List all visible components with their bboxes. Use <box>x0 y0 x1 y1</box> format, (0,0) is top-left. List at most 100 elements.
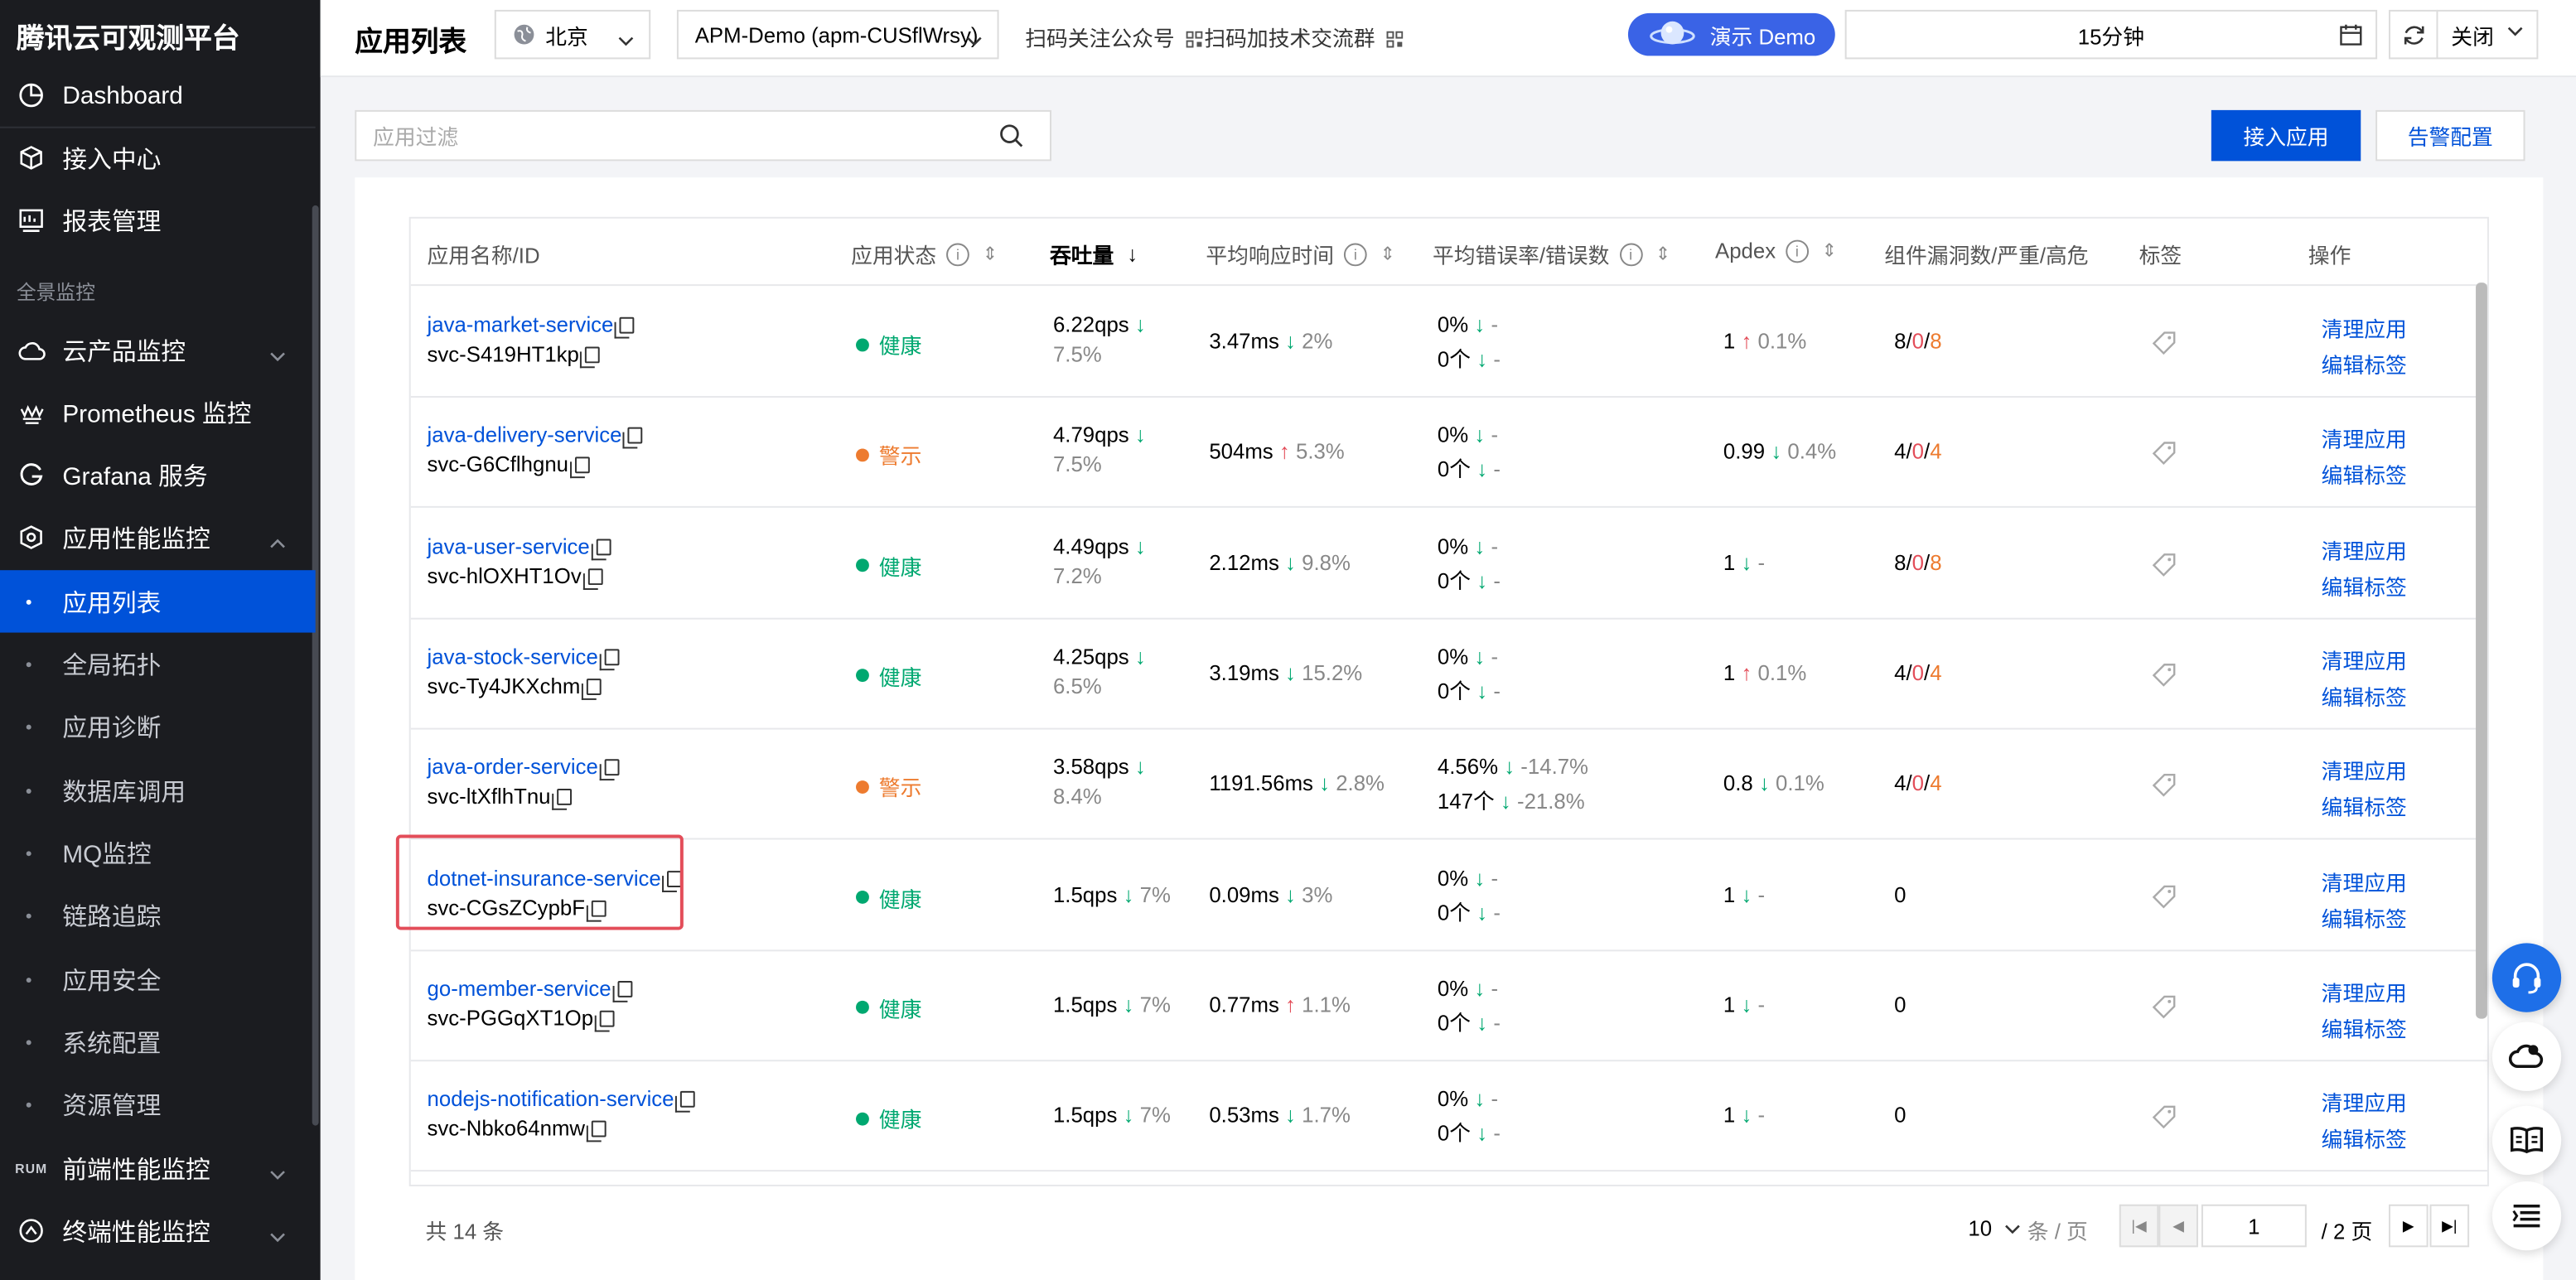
sidebar-sub-resources[interactable]: 资源管理 <box>0 1073 316 1135</box>
sidebar-sub-security[interactable]: 应用安全 <box>0 948 316 1010</box>
edit-tags-link[interactable]: 编辑标签 <box>2322 1012 2407 1043</box>
connect-app-button[interactable]: 接入应用 <box>2211 109 2361 162</box>
copy-icon[interactable] <box>599 649 620 670</box>
clean-app-link[interactable]: 清理应用 <box>2322 976 2407 1007</box>
qr-follow-link[interactable]: 扫码关注公众号 <box>1025 22 1202 53</box>
tag-icon[interactable] <box>2152 883 2177 913</box>
sort-icon[interactable]: ⇕ <box>1380 244 1395 265</box>
clean-app-link[interactable]: 清理应用 <box>2322 644 2407 675</box>
copy-icon[interactable] <box>587 1120 607 1142</box>
clean-app-link[interactable]: 清理应用 <box>2322 312 2407 344</box>
sidebar-sub-diagnosis[interactable]: 应用诊断 <box>0 695 316 757</box>
sidebar-item-grafana[interactable]: Grafana 服务 <box>0 443 316 505</box>
tag-icon[interactable] <box>2152 993 2177 1023</box>
first-page-button[interactable]: |◀ <box>2119 1204 2159 1248</box>
col-error-rate[interactable]: 平均错误率/错误数 i ⇕ <box>1433 239 1670 270</box>
sidebar-item-terminal[interactable]: 终端性能监控 <box>0 1200 316 1262</box>
sort-icon[interactable]: ⇕ <box>1655 244 1670 265</box>
clean-app-link[interactable]: 清理应用 <box>2322 423 2407 454</box>
app-name-link[interactable]: java-order-service <box>428 755 598 780</box>
info-icon[interactable]: i <box>1343 242 1367 266</box>
copy-icon[interactable] <box>623 427 644 450</box>
copy-icon[interactable] <box>612 980 633 1002</box>
list-button[interactable] <box>2491 1181 2562 1251</box>
support-button[interactable] <box>2491 943 2562 1012</box>
col-throughput[interactable]: 吞吐量 ↓ <box>1050 239 1138 270</box>
col-status[interactable]: 应用状态 i ⇕ <box>851 239 998 270</box>
clean-app-link[interactable]: 清理应用 <box>2322 865 2407 896</box>
copy-icon[interactable] <box>591 538 611 560</box>
app-name-link[interactable]: go-member-service <box>428 976 611 1001</box>
alert-config-button[interactable]: 告警配置 <box>2375 109 2525 162</box>
tag-icon[interactable] <box>2152 1104 2177 1134</box>
prev-page-button[interactable]: ◀ <box>2158 1204 2198 1248</box>
app-name-link[interactable]: java-stock-service <box>428 644 598 669</box>
sidebar-item-access-center[interactable]: 接入中心 <box>0 127 316 189</box>
demo-button[interactable]: 演示 Demo <box>1627 12 1835 56</box>
info-icon[interactable]: i <box>1619 242 1643 266</box>
last-page-button[interactable]: ▶| <box>2429 1204 2470 1248</box>
edit-tags-link[interactable]: 编辑标签 <box>2322 348 2407 379</box>
sidebar-sub-topology[interactable]: 全局拓扑 <box>0 633 316 695</box>
sidebar-sub-database[interactable]: 数据库调用 <box>0 759 316 821</box>
copy-icon[interactable] <box>580 346 601 369</box>
sidebar-item-reports[interactable]: 报表管理 <box>0 189 316 251</box>
cloud-chat-button[interactable] <box>2491 1022 2562 1091</box>
copy-icon[interactable] <box>582 678 602 700</box>
app-filter-input[interactable]: 应用过滤 <box>355 109 1051 162</box>
edit-tags-link[interactable]: 编辑标签 <box>2322 901 2407 933</box>
refresh-button[interactable] <box>2388 9 2438 60</box>
info-icon[interactable]: i <box>1786 239 1809 263</box>
edit-tags-link[interactable]: 编辑标签 <box>2322 459 2407 490</box>
sidebar-item-prometheus[interactable]: Prometheus 监控 <box>0 381 316 443</box>
copy-icon[interactable] <box>595 1010 615 1032</box>
auto-refresh-select[interactable]: 关闭 <box>2436 9 2539 60</box>
info-icon[interactable]: i <box>946 242 969 266</box>
next-page-button[interactable]: ▶ <box>2388 1204 2429 1248</box>
col-apdex[interactable]: Apdex i ⇕ <box>1715 239 1837 263</box>
edit-tags-link[interactable]: 编辑标签 <box>2322 680 2407 712</box>
app-name-link[interactable]: nodejs-notification-service <box>428 1086 674 1111</box>
clean-app-link[interactable]: 清理应用 <box>2322 1086 2407 1118</box>
sidebar-sub-config[interactable]: 系统配置 <box>0 1011 316 1073</box>
clean-app-link[interactable]: 清理应用 <box>2322 755 2407 786</box>
table-scrollbar[interactable] <box>2476 283 2487 1019</box>
tag-icon[interactable] <box>2152 441 2177 471</box>
docs-button[interactable] <box>2491 1105 2562 1176</box>
sidebar-sub-app-list[interactable]: 应用列表 <box>0 570 316 633</box>
sort-icon[interactable]: ⇕ <box>983 244 998 265</box>
time-range-picker[interactable]: 15分钟 <box>1844 9 2378 60</box>
qr-group-link[interactable]: 扫码加技术交流群 <box>1204 22 1403 53</box>
region-select[interactable]: 北京 <box>494 9 651 60</box>
sidebar-sub-mq[interactable]: MQ监控 <box>0 822 316 884</box>
copy-icon[interactable] <box>569 456 590 479</box>
copy-icon[interactable] <box>675 1091 696 1113</box>
tag-icon[interactable] <box>2152 773 2177 803</box>
tag-icon[interactable] <box>2152 331 2177 360</box>
edit-tags-link[interactable]: 编辑标签 <box>2322 1123 2407 1154</box>
app-name-link[interactable]: java-delivery-service <box>428 423 622 447</box>
tag-icon[interactable] <box>2152 662 2177 692</box>
app-name-link[interactable]: java-user-service <box>428 534 590 558</box>
sidebar-item-apm[interactable]: 应用性能监控 <box>0 506 316 568</box>
sidebar-item-cloud-monitor[interactable]: 云产品监控 <box>0 319 316 381</box>
copy-icon[interactable] <box>615 316 636 339</box>
copy-icon[interactable] <box>599 759 620 781</box>
col-response-time[interactable]: 平均响应时间 i ⇕ <box>1206 239 1395 270</box>
clean-app-link[interactable]: 清理应用 <box>2322 534 2407 565</box>
app-name-link[interactable]: java-market-service <box>428 312 614 337</box>
page-size-select[interactable]: 10 <box>1968 1215 2021 1240</box>
tag-icon[interactable] <box>2152 552 2177 582</box>
copy-icon[interactable] <box>552 789 573 811</box>
sort-icon[interactable]: ⇕ <box>1822 240 1837 262</box>
sidebar-item-rum[interactable]: RUM 前端性能监控 <box>0 1137 316 1199</box>
page-number-input[interactable]: 1 <box>2201 1204 2307 1248</box>
sort-desc-icon[interactable]: ↓ <box>1127 242 1138 267</box>
search-icon[interactable] <box>999 123 1024 153</box>
edit-tags-link[interactable]: 编辑标签 <box>2322 569 2407 601</box>
sidebar-sub-tracing[interactable]: 链路追踪 <box>0 884 316 946</box>
copy-icon[interactable] <box>582 568 603 590</box>
sidebar-item-dashboard[interactable]: Dashboard <box>0 64 316 128</box>
edit-tags-link[interactable]: 编辑标签 <box>2322 790 2407 822</box>
instance-select[interactable]: APM-Demo (apm-CUSflWrsy) <box>676 9 999 60</box>
